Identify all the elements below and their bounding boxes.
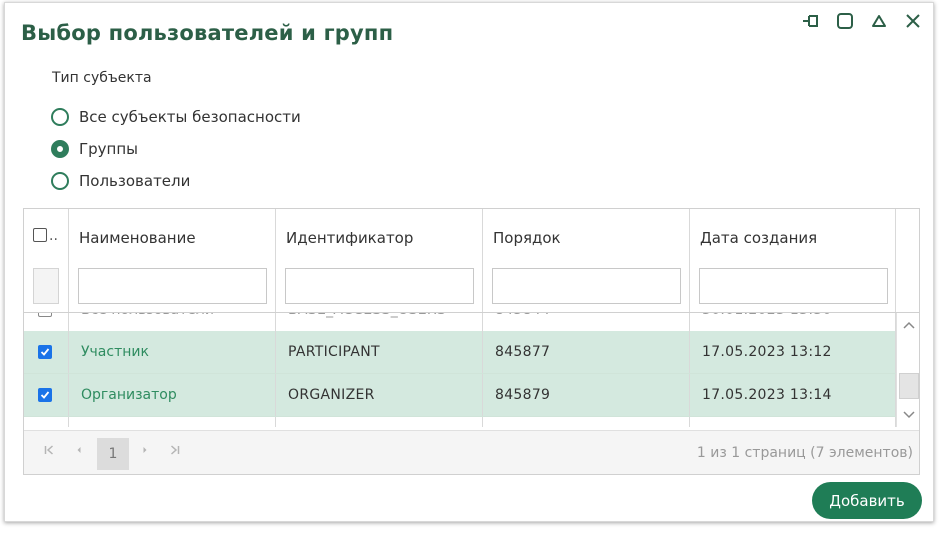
radio-users[interactable]: Пользователи [51, 165, 301, 197]
maximize-icon[interactable] [835, 11, 855, 31]
column-header-created[interactable]: Дата создания [690, 209, 896, 312]
row-order: 845879 [483, 374, 690, 416]
row-order: 845844 [483, 313, 690, 331]
table-row[interactable]: Все пользователи BASE_ACCESS_USERS 84584… [24, 313, 896, 332]
grid-header: .. Наименование Идентификатор Порядок Да… [24, 209, 896, 313]
close-icon[interactable] [903, 11, 923, 31]
row-created: 17.05.2023 13:14 [690, 374, 896, 416]
radio-label: Группы [79, 140, 139, 158]
row-checkbox-cell [24, 374, 69, 416]
row-checkbox-cell [24, 331, 69, 373]
row-cell [690, 417, 896, 427]
row-checkbox-cell [24, 313, 69, 331]
dialog-title: Выбор пользователей и групп [21, 21, 394, 45]
filter-name-input[interactable] [78, 268, 267, 304]
first-page-icon[interactable] [44, 444, 54, 458]
page-number-button[interactable]: 1 [97, 438, 129, 470]
table-row[interactable]: Организатор ORGANIZER 845879 17.05.2023 … [24, 374, 896, 417]
radio-label: Пользователи [79, 172, 191, 190]
row-cell [276, 417, 483, 427]
row-name[interactable]: Организатор [69, 374, 276, 416]
radio-button-selected[interactable] [51, 140, 69, 158]
row-order: 845877 [483, 331, 690, 373]
column-title: Порядок [493, 229, 561, 247]
select-all-column: .. [24, 209, 69, 312]
row-identifier: BASE_ACCESS_USERS [276, 313, 483, 331]
collapse-icon[interactable] [869, 11, 889, 31]
row-checkbox-checked[interactable] [38, 388, 52, 402]
row-created: 30.01.2023 13:30 [690, 313, 896, 331]
next-page-icon[interactable] [140, 444, 150, 458]
window-controls [801, 11, 923, 31]
pager-info: 1 из 1 страниц (7 элементов) [696, 445, 913, 461]
pager: 1 1 из 1 страниц (7 элементов) [24, 430, 919, 474]
scroll-down-icon[interactable] [897, 407, 919, 423]
column-header-order[interactable]: Порядок [483, 209, 690, 312]
row-checkbox[interactable] [38, 313, 52, 317]
pin-icon[interactable] [801, 11, 821, 31]
radio-all-subjects[interactable]: Все субъекты безопасности [51, 101, 301, 133]
vertical-scrollbar[interactable] [896, 313, 919, 427]
column-header-name[interactable]: Наименование [69, 209, 276, 312]
filter-order-input[interactable] [492, 268, 681, 304]
row-identifier: PARTICIPANT [276, 331, 483, 373]
row-created: 17.05.2023 13:12 [690, 331, 896, 373]
column-header-identifier[interactable]: Идентификатор [276, 209, 483, 312]
subject-type-radio-group: Все субъекты безопасности Группы Пользов… [51, 101, 301, 197]
radio-label: Все субъекты безопасности [79, 108, 301, 126]
scrollbar-thumb[interactable] [899, 373, 919, 399]
column-title: Дата создания [700, 229, 818, 247]
filter-identifier-input[interactable] [285, 268, 474, 304]
prev-page-icon[interactable] [74, 444, 84, 458]
add-button[interactable]: Добавить [812, 482, 922, 519]
column-title: Идентификатор [286, 229, 414, 247]
row-name[interactable]: Все пользователи [69, 313, 276, 331]
row-cell [483, 417, 690, 427]
header-scroll-spacer [896, 209, 919, 313]
table-row[interactable]: Участник PARTICIPANT 845877 17.05.2023 1… [24, 331, 896, 374]
select-all-checkbox[interactable] [33, 228, 47, 242]
row-checkbox-cell [24, 417, 69, 427]
row-cell [69, 417, 276, 427]
radio-groups[interactable]: Группы [51, 133, 301, 165]
subjects-grid: .. Наименование Идентификатор Порядок Да… [23, 208, 920, 475]
grid-body: Все пользователи BASE_ACCESS_USERS 84584… [24, 313, 896, 427]
select-filter-cell [33, 268, 59, 304]
select-all-label: .. [49, 228, 58, 244]
select-users-groups-dialog: Выбор пользователей и групп Тип субъекта… [4, 2, 934, 522]
column-title: Наименование [79, 229, 196, 247]
radio-button[interactable] [51, 172, 69, 190]
row-identifier: ORGANIZER [276, 374, 483, 416]
filter-created-input[interactable] [699, 268, 888, 304]
table-row [24, 417, 896, 427]
last-page-icon[interactable] [170, 444, 180, 458]
row-checkbox-checked[interactable] [38, 345, 52, 359]
scroll-up-icon[interactable] [897, 317, 919, 333]
subject-type-label: Тип субъекта [52, 70, 152, 86]
row-name[interactable]: Участник [69, 331, 276, 373]
radio-button[interactable] [51, 108, 69, 126]
